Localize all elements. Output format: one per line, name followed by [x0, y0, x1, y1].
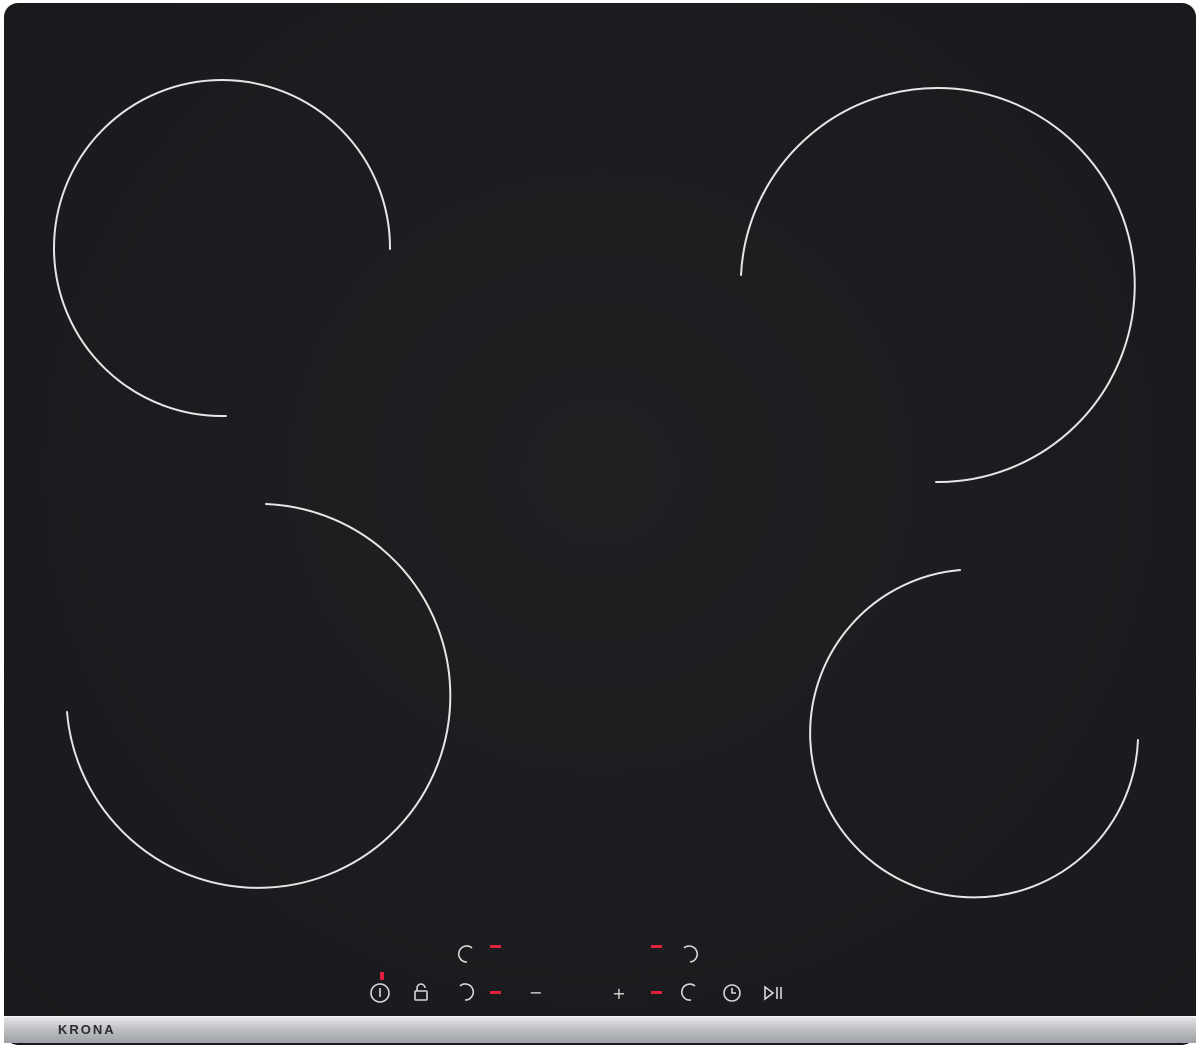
- zone-ring-rear-left: [53, 79, 392, 418]
- timer-icon[interactable]: [723, 984, 741, 1002]
- zone-ring-front-right: [809, 569, 1139, 899]
- rear-right-level-led: [651, 945, 662, 948]
- zone-ring-front-left: [66, 503, 452, 889]
- lock-icon[interactable]: [414, 983, 428, 1001]
- cooktop-glass: − +: [4, 3, 1196, 1045]
- front-left-zone-select-icon[interactable]: [459, 983, 475, 1001]
- front-left-level-led: [490, 991, 501, 994]
- brand-logo: KRONA: [58, 1022, 116, 1037]
- rear-left-zone-select-icon[interactable]: [457, 945, 473, 963]
- power-indicator-led: [380, 972, 384, 980]
- cooktop-surface: − +: [53, 79, 1139, 1003]
- front-right-level-led: [651, 991, 662, 994]
- play-pause-icon[interactable]: [764, 985, 782, 1001]
- minus-button[interactable]: −: [529, 983, 542, 1002]
- plus-button[interactable]: +: [612, 984, 625, 1003]
- rear-right-zone-select-icon[interactable]: [683, 945, 699, 963]
- power-icon[interactable]: [370, 983, 390, 1003]
- zone-ring-rear-right: [740, 87, 1136, 484]
- rear-left-level-led: [490, 945, 501, 948]
- front-right-zone-select-icon[interactable]: [681, 983, 696, 1001]
- stainless-trim: [4, 1016, 1196, 1043]
